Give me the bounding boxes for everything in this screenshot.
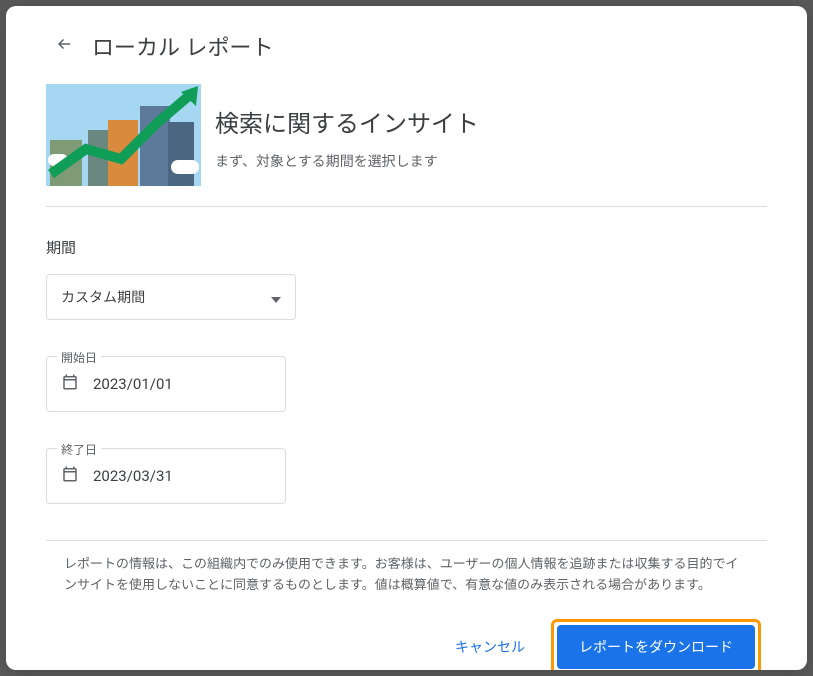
end-date-label: 終了日: [57, 441, 101, 458]
divider: [46, 540, 767, 541]
download-highlight: レポートをダウンロード: [551, 619, 761, 670]
chevron-down-icon: [271, 288, 281, 307]
local-report-dialog: ローカル レポート 検索に関するインサイト まず、対象とする期間を選択します 期…: [6, 6, 807, 670]
form-area: 期間 カスタム期間 開始日 2023/01/01 終了日 2023/03/31: [46, 207, 767, 504]
start-date-label: 開始日: [57, 349, 101, 366]
hero-section: 検索に関するインサイト まず、対象とする期間を選択します: [46, 84, 767, 186]
footer-area: レポートの情報は、この組織内でのみ使用できます。お客様は、ユーザーの個人情報を追…: [46, 540, 767, 670]
period-label: 期間: [46, 237, 767, 258]
start-date-value: 2023/01/01: [93, 375, 173, 393]
disclaimer-text: レポートの情報は、この組織内でのみ使用できます。お客様は、ユーザーの個人情報を追…: [64, 555, 749, 597]
hero-illustration: [46, 84, 201, 186]
end-date-value: 2023/03/31: [93, 467, 173, 485]
hero-text: 検索に関するインサイト まず、対象とする期間を選択します: [215, 84, 479, 171]
calendar-icon: [61, 465, 79, 487]
dialog-title: ローカル レポート: [92, 30, 273, 62]
start-date-field[interactable]: 開始日 2023/01/01: [46, 356, 286, 412]
hero-subtext: まず、対象とする期間を選択します: [215, 151, 479, 171]
download-report-button[interactable]: レポートをダウンロード: [557, 625, 755, 669]
cancel-button[interactable]: キャンセル: [439, 627, 541, 667]
end-date-field[interactable]: 終了日 2023/03/31: [46, 448, 286, 504]
dialog-header: ローカル レポート: [56, 30, 767, 62]
button-row: キャンセル レポートをダウンロード: [46, 619, 767, 670]
calendar-icon: [61, 373, 79, 395]
back-arrow-icon[interactable]: [56, 35, 74, 57]
period-select-value: カスタム期間: [61, 287, 145, 307]
period-select[interactable]: カスタム期間: [46, 274, 296, 320]
hero-heading: 検索に関するインサイト: [215, 104, 479, 139]
